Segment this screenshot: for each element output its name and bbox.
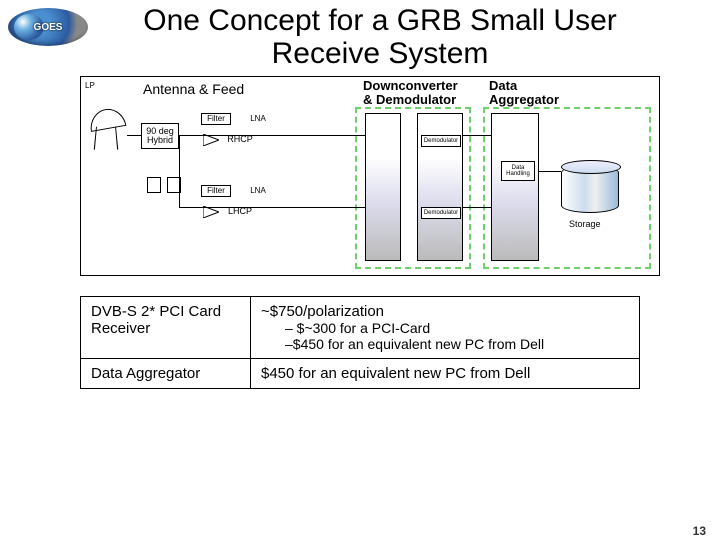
aggregator-rack: [491, 113, 539, 261]
aux-block-1: [147, 177, 161, 193]
filter-2: Filter: [201, 185, 231, 197]
table-row: Data Aggregator $450 for an equivalent n…: [81, 359, 640, 389]
price-head: ~$750/polarization: [261, 303, 384, 320]
downconverter-rack-a: [365, 113, 401, 261]
section-downconverter-label: Downconverter & Demodulator: [363, 79, 458, 106]
hybrid-block: 90 deg Hybrid: [141, 123, 179, 149]
antenna-icon: [89, 105, 129, 153]
block-diagram: LP Antenna & Feed Downconverter & Demodu…: [80, 76, 660, 276]
page-number: 13: [693, 524, 706, 538]
lna-2: LNA: [245, 185, 271, 197]
goes-logo: GOES: [8, 8, 88, 46]
cell-aggregator: Data Aggregator: [81, 359, 251, 389]
demodulator-1: Demodulator: [421, 135, 461, 147]
cell-aggregator-price: $450 for an equivalent new PC from Dell: [251, 359, 640, 389]
pricing-table: DVB-S 2* PCI Card Receiver ~$750/polariz…: [80, 296, 640, 389]
data-handling-block: Data Handling: [501, 161, 535, 181]
storage-label: Storage: [569, 219, 601, 229]
lna-1: LNA: [245, 113, 271, 125]
lp-label: LP: [85, 81, 95, 90]
slide-title: One Concept for a GRB Small User Receive…: [100, 4, 660, 70]
demodulator-2: Demodulator: [421, 207, 461, 219]
table-row: DVB-S 2* PCI Card Receiver ~$750/polariz…: [81, 297, 640, 359]
filter-1: Filter: [201, 113, 231, 125]
cell-receiver: DVB-S 2* PCI Card Receiver: [81, 297, 251, 359]
price-sub2: –$450 for an equivalent new PC from Dell: [285, 336, 629, 352]
logo-text: GOES: [34, 22, 63, 33]
cell-receiver-price: ~$750/polarization – $~300 for a PCI-Car…: [251, 297, 640, 359]
price-sub1: – $~300 for a PCI-Card: [285, 320, 629, 336]
section-aggregator-label: Data Aggregator: [489, 79, 559, 106]
storage-cylinder-icon: [561, 165, 619, 213]
section-antenna-label: Antenna & Feed: [143, 81, 244, 97]
